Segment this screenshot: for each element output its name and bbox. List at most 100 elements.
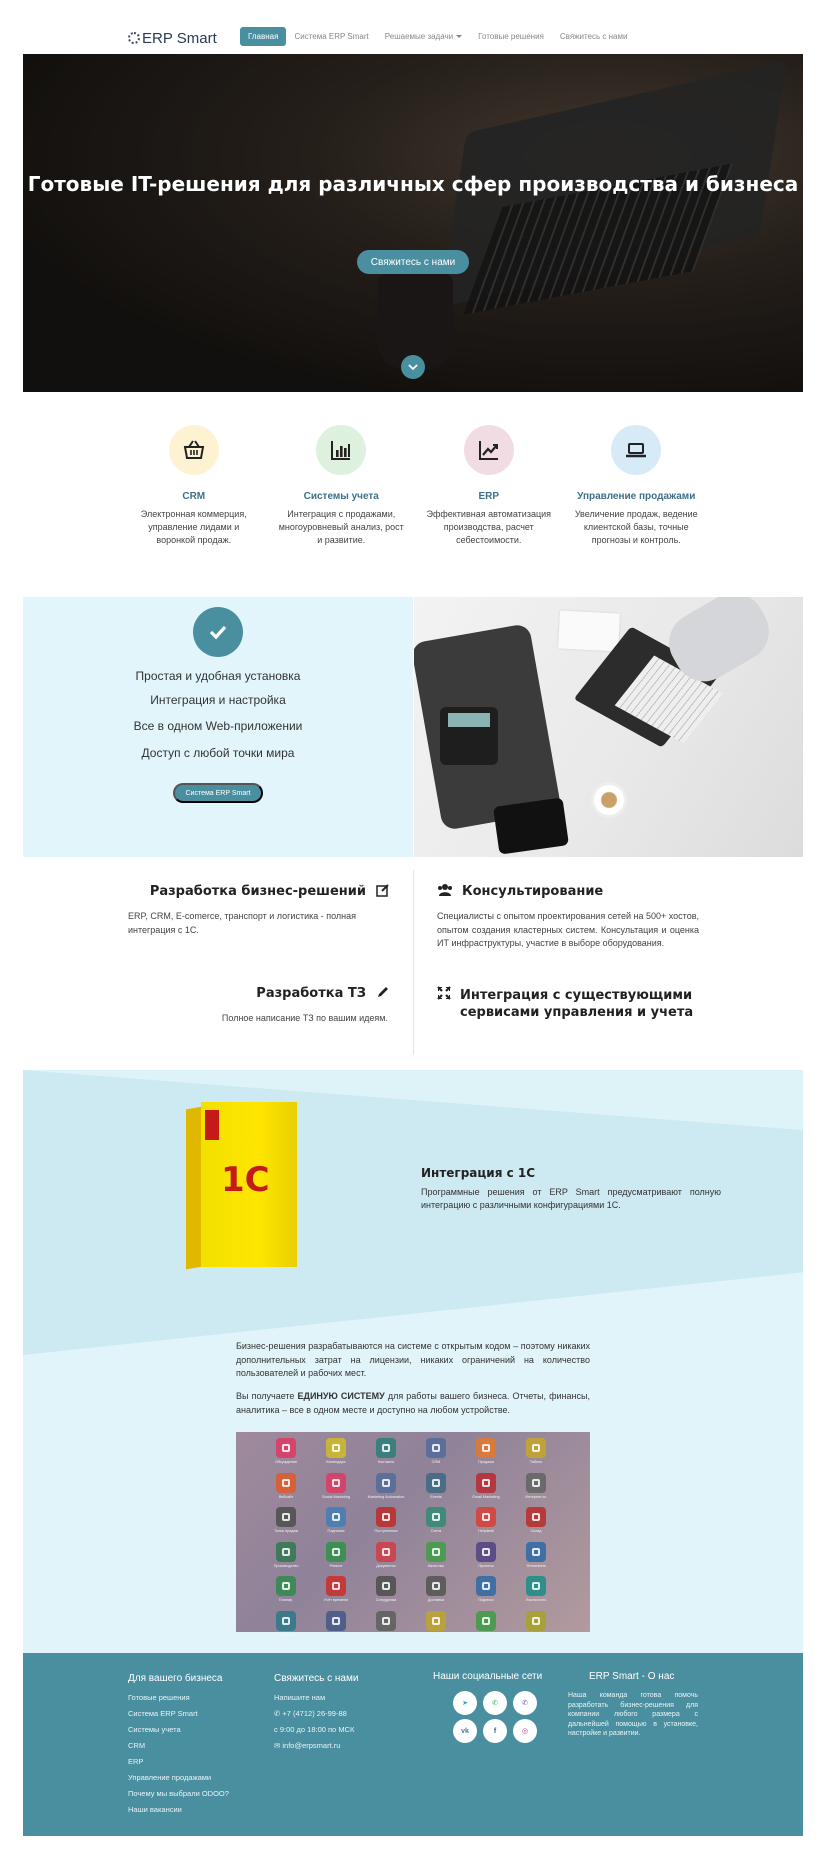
app-glyph <box>382 1513 390 1521</box>
app-tile: Продажи <box>461 1438 511 1473</box>
nav-link-tasks[interactable]: Решаемые задачи <box>377 27 470 46</box>
app-tile: Склад <box>511 1507 561 1542</box>
benefits-panel: Простая и удобная установка Интеграция и… <box>23 597 413 857</box>
system-erp-button[interactable]: Система ERP Smart <box>173 783 263 803</box>
app-glyph <box>282 1444 290 1452</box>
benefit-line: Интеграция и настройка <box>150 693 286 707</box>
app-icon <box>276 1541 296 1562</box>
vk-icon[interactable]: vk <box>453 1719 477 1743</box>
footer-link[interactable]: Управление продажами <box>128 1773 211 1782</box>
app-glyph <box>432 1444 440 1452</box>
app-tile: Marketing Automation <box>361 1472 411 1508</box>
nav-link-contact[interactable]: Свяжитесь с нами <box>552 27 636 46</box>
app-glyph <box>482 1478 490 1487</box>
service-divider <box>413 870 414 1055</box>
instagram-icon[interactable]: ◎ <box>513 1719 537 1743</box>
feature-crm-text: Электронная коммерция, управление лидами… <box>140 509 247 545</box>
footer-link[interactable]: Системы учета <box>128 1725 181 1734</box>
service-integration-title: Интеграция с существующими сервисами упр… <box>460 987 693 1021</box>
footer-link[interactable]: CRM <box>128 1741 145 1750</box>
edit-icon <box>376 884 389 897</box>
app-label: Поступления <box>374 1529 398 1533</box>
app-tile: Events <box>411 1472 461 1508</box>
app-label: Продажи <box>478 1460 494 1464</box>
app-icon <box>376 1610 396 1631</box>
app-icon <box>426 1610 446 1631</box>
footer-link[interactable]: ERP <box>128 1757 143 1766</box>
app-glyph <box>482 1513 490 1521</box>
benefit-line: Доступ с любой точки мира <box>141 746 295 760</box>
app-tile: Интернет-м. <box>511 1472 561 1508</box>
footer-link[interactable]: Наши вакансии <box>128 1805 182 1814</box>
1c-box-side <box>186 1106 202 1270</box>
apps-screenshot: Обсуждение Календарь Контакты CRM Продажи Таб… <box>236 1432 590 1637</box>
footer-about-separator: - <box>641 1671 645 1682</box>
app-tile: Доставка <box>411 1576 461 1611</box>
app-label: Лояльность <box>525 1598 547 1602</box>
laptop-icon <box>626 443 647 458</box>
app-icon <box>326 1507 346 1527</box>
app-tile: Набор <box>311 1610 361 1646</box>
app-icon <box>376 1438 396 1458</box>
app-tile: Учёт времени <box>311 1576 361 1611</box>
footer-link[interactable]: Система ERP Smart <box>128 1709 198 1718</box>
navbar: ERP Smart Главная Система ERP Smart Реша… <box>0 0 826 54</box>
app-label: Подписка <box>327 1529 345 1533</box>
app-label: Набор <box>330 1632 342 1637</box>
feature-accounting: Системы учета Интеграция с продажами, мн… <box>268 425 416 547</box>
nav-link-solutions[interactable]: Готовые решения <box>470 27 552 46</box>
app-icon <box>426 1576 446 1596</box>
app-glyph <box>282 1478 290 1487</box>
app-tile: Контакты <box>361 1438 411 1473</box>
app-icon <box>326 1576 346 1596</box>
footer-contact-title: Свяжитесь с нами <box>274 1673 359 1684</box>
app-tile: Helpdesk <box>461 1507 511 1542</box>
app-tile: Отпуск <box>361 1610 411 1646</box>
footer-about-link[interactable]: О нас <box>648 1671 675 1682</box>
single-system-paragraph: Вы получаете ЕДИНУЮ СИСТЕМУ для работы в… <box>236 1390 590 1417</box>
app-icon <box>326 1610 346 1631</box>
app-label: Календарь <box>326 1460 346 1464</box>
footer-about-brand: ERP Smart <box>589 1671 639 1682</box>
nav-link-system[interactable]: Система ERP Smart <box>286 27 376 46</box>
app-label: Счета <box>430 1529 442 1533</box>
app-glyph <box>282 1582 290 1590</box>
app-glyph <box>532 1444 540 1452</box>
hero-contact-button[interactable]: Свяжитесь с нами <box>357 250 469 274</box>
app-icon <box>476 1472 496 1493</box>
whatsapp-icon[interactable]: ✆ <box>483 1691 507 1715</box>
app-icon <box>526 1507 546 1527</box>
open-source-paragraph: Бизнес-решения разрабатываются на систем… <box>236 1341 590 1378</box>
telegram-icon[interactable]: ➤ <box>453 1691 477 1715</box>
app-tile: Планир. <box>261 1576 311 1611</box>
footer-write-link[interactable]: Напишите нам <box>274 1693 325 1702</box>
viber-icon[interactable]: ✆ <box>513 1691 537 1715</box>
footer-hours: с 9:00 до 18:00 по МСК <box>274 1725 355 1734</box>
app-label: Оценка <box>429 1632 443 1637</box>
footer: Для вашего бизнеса Готовые решения Систе… <box>23 1653 803 1836</box>
footer-phone[interactable]: ✆ +7 (4712) 26-99-88 <box>274 1709 347 1718</box>
footer-link[interactable]: Готовые решения <box>128 1693 190 1702</box>
app-label: Табель <box>529 1460 543 1464</box>
footer-email[interactable]: ✉ info@erpsmart.ru <box>274 1741 340 1750</box>
app-tile: Проекты <box>461 1541 511 1577</box>
app-glyph <box>482 1547 490 1556</box>
scroll-down-button[interactable] <box>401 355 425 379</box>
check-icon <box>209 625 227 640</box>
logo[interactable]: ERP Smart <box>128 27 217 49</box>
footer-link[interactable]: Почему мы выбрали ODOO? <box>128 1789 229 1798</box>
app-label: Учёт времени <box>323 1598 349 1602</box>
app-tile: Timesheets <box>511 1541 561 1577</box>
facebook-icon[interactable]: f <box>483 1719 507 1743</box>
nav-link-home[interactable]: Главная <box>240 27 287 46</box>
footer-business-title: Для вашего бизнеса <box>128 1673 223 1684</box>
app-icon <box>426 1507 446 1527</box>
app-glyph <box>432 1513 440 1521</box>
app-icon <box>326 1438 346 1458</box>
app-glyph <box>532 1547 540 1556</box>
app-icon <box>276 1610 296 1631</box>
pencil-icon <box>378 987 388 997</box>
feature-sales: Управление продажами Увеличение продаж, … <box>563 425 711 547</box>
terminal-image <box>440 707 498 765</box>
paper-image <box>558 610 620 652</box>
